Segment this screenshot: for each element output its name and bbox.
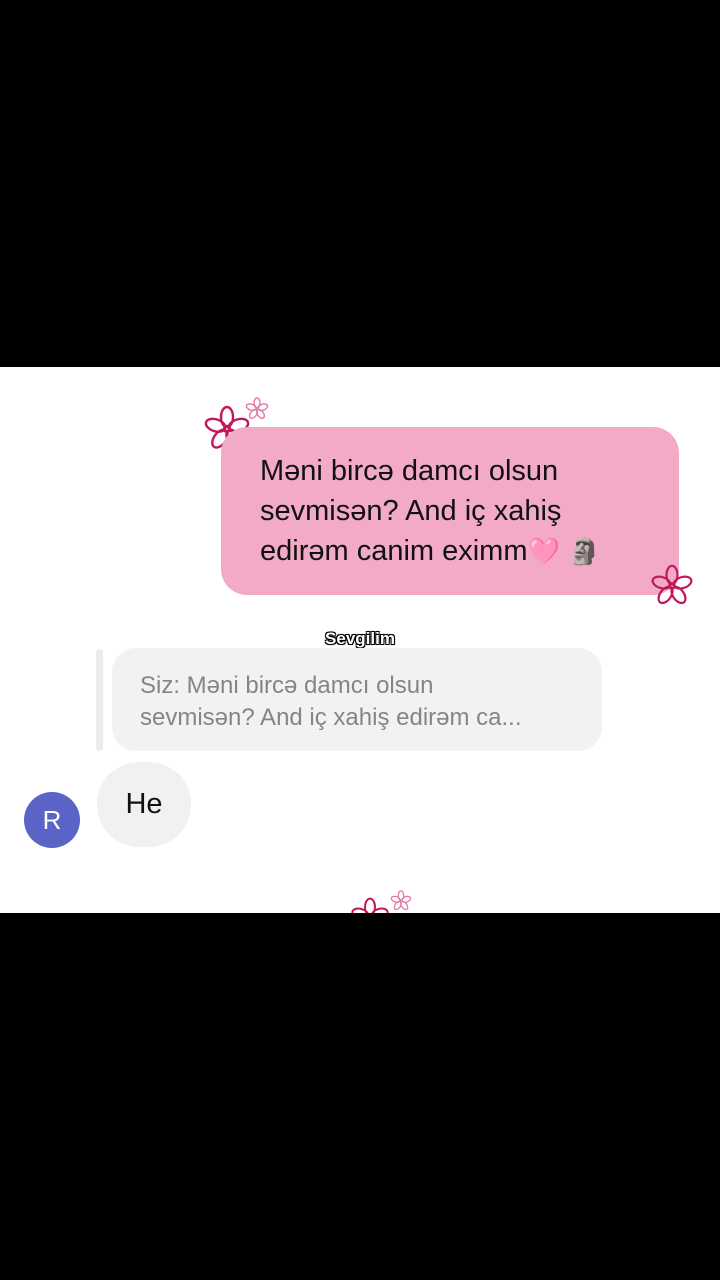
letterbox-top <box>0 0 720 367</box>
flower-decoration-icon <box>651 564 693 605</box>
sent-message-bubble[interactable]: Məni bircə damcı olsun sevmisən? And iç … <box>221 427 679 595</box>
received-message-bubble[interactable]: He <box>97 762 191 847</box>
sent-message-body: Məni bircə damcı olsun sevmisən? And iç … <box>260 455 562 567</box>
moai-icon: 🗿 <box>567 537 601 567</box>
letterbox-bottom <box>0 913 720 1280</box>
sent-message-text: Məni bircə damcı olsun sevmisən? And iç … <box>260 451 649 572</box>
reply-preview-bubble[interactable]: Siz: Məni bircə damcı olsun sevmisən? An… <box>112 648 602 751</box>
sender-name: Sevgilim <box>325 629 395 648</box>
reply-preview-text: Siz: Məni bircə damcı olsun sevmisən? An… <box>140 672 522 731</box>
small-flower-icon <box>245 397 269 419</box>
chat-area: Məni bircə damcı olsun sevmisən? And iç … <box>0 367 720 913</box>
small-flower-icon <box>390 890 412 911</box>
pink-heart-icon: 🩷 <box>527 537 560 567</box>
avatar[interactable]: R <box>24 792 80 848</box>
reply-indicator-line <box>96 649 103 751</box>
flower-decoration-icon <box>351 897 389 913</box>
received-message-text: He <box>125 788 163 820</box>
avatar-initial: R <box>42 804 62 835</box>
